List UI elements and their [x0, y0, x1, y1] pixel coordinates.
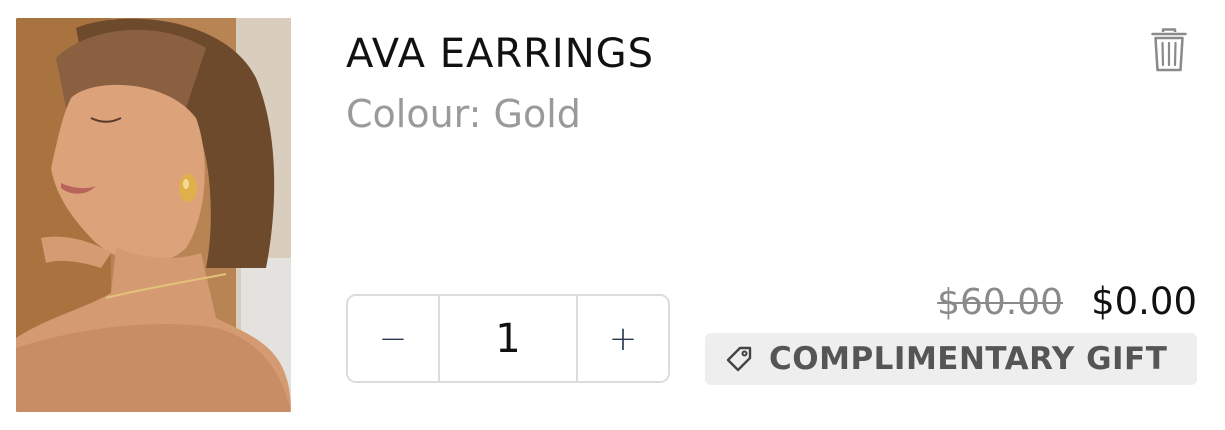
quantity-value[interactable]: 1 — [440, 296, 576, 381]
complimentary-gift-badge: COMPLIMENTARY GIFT — [705, 333, 1197, 385]
tag-icon — [726, 346, 752, 372]
product-variant: Colour: Gold — [346, 92, 581, 136]
sale-price: $0.00 — [1091, 280, 1197, 323]
product-title[interactable]: AVA EARRINGS — [346, 31, 654, 77]
quantity-stepper: − 1 + — [346, 294, 670, 383]
cart-line-item: AVA EARRINGS Colour: Gold − 1 + $60.00 $… — [0, 0, 1225, 430]
price-row: $60.00 $0.00 — [937, 280, 1197, 323]
original-price: $60.00 — [937, 282, 1064, 323]
remove-item-button[interactable] — [1148, 26, 1190, 74]
product-image[interactable] — [16, 18, 291, 412]
trash-icon — [1151, 28, 1187, 72]
decrease-quantity-button[interactable]: − — [348, 296, 440, 381]
gift-badge-label: COMPLIMENTARY GIFT — [769, 341, 1168, 377]
increase-quantity-button[interactable]: + — [576, 296, 668, 381]
